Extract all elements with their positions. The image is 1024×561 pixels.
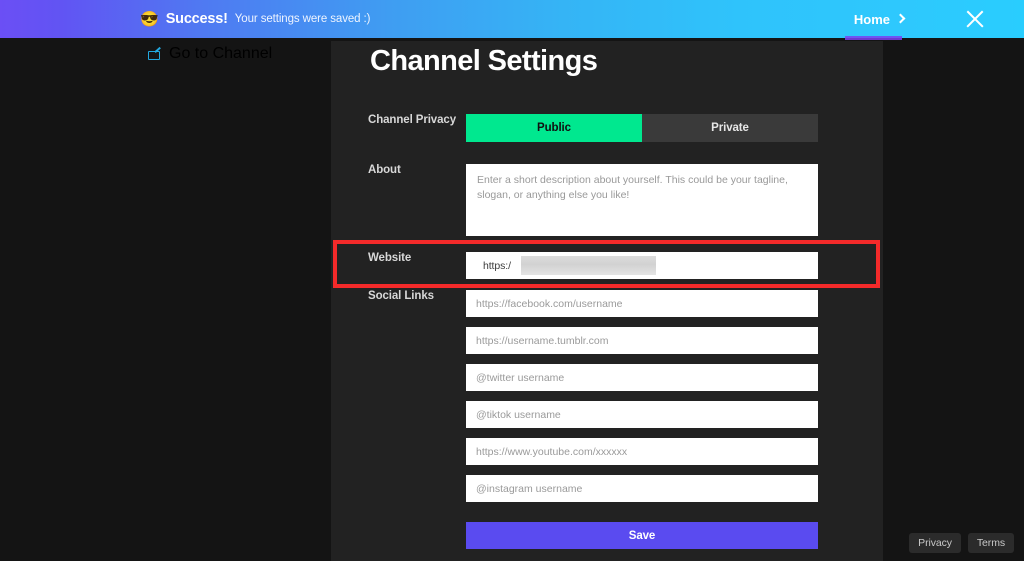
social-input-tiktok[interactable] bbox=[466, 401, 818, 428]
about-field bbox=[466, 164, 883, 241]
row-website: Website https:/ bbox=[331, 252, 883, 279]
success-banner: 😎 Success! Your settings were saved :) H… bbox=[0, 0, 1024, 38]
social-input-tumblr[interactable] bbox=[466, 327, 818, 354]
go-to-channel-link[interactable]: Go to Channel bbox=[148, 45, 272, 63]
privacy-link[interactable]: Privacy bbox=[909, 533, 961, 553]
save-field: Save bbox=[466, 522, 883, 549]
website-value: https:/ bbox=[483, 259, 511, 272]
banner-subtitle: Your settings were saved :) bbox=[234, 13, 371, 25]
row-social-links: Social Links bbox=[331, 290, 883, 317]
row-social-instagram bbox=[331, 475, 883, 502]
about-label: About bbox=[368, 164, 401, 176]
website-input[interactable]: https:/ bbox=[466, 252, 818, 279]
row-social-tiktok bbox=[331, 401, 883, 428]
banner-message-group: 😎 Success! Your settings were saved :) bbox=[140, 11, 370, 27]
row-social-youtube bbox=[331, 438, 883, 465]
nav-active-indicator bbox=[845, 36, 902, 40]
external-link-icon bbox=[148, 49, 161, 60]
privacy-option-private[interactable]: Private bbox=[642, 114, 818, 142]
social-input-youtube[interactable] bbox=[466, 438, 818, 465]
social-links-label: Social Links bbox=[368, 290, 434, 302]
sunglasses-face-emoji-icon: 😎 bbox=[140, 10, 159, 28]
chevron-right-icon bbox=[895, 13, 906, 24]
page-title: Channel Settings bbox=[370, 45, 598, 77]
channel-privacy-label: Channel Privacy bbox=[368, 114, 456, 126]
row-about: About bbox=[331, 164, 883, 241]
banner-home-link[interactable]: Home bbox=[853, 11, 906, 27]
social-tiktok-field bbox=[466, 401, 883, 428]
privacy-toggle-group[interactable]: Public Private bbox=[466, 114, 818, 142]
website-label: Website bbox=[368, 252, 412, 264]
social-tumblr-field bbox=[466, 327, 883, 354]
banner-title: Success! bbox=[165, 11, 228, 27]
row-social-tumblr bbox=[331, 327, 883, 354]
banner-home-label: Home bbox=[853, 11, 890, 27]
privacy-option-public[interactable]: Public bbox=[466, 114, 642, 142]
app-root: Go to Channel Channel Settings Channel P… bbox=[0, 0, 1024, 561]
social-links-field bbox=[466, 290, 883, 317]
terms-link[interactable]: Terms bbox=[967, 533, 1014, 553]
social-input-instagram[interactable] bbox=[466, 475, 818, 502]
row-channel-privacy: Channel Privacy Public Private bbox=[331, 114, 883, 142]
redaction-overlay bbox=[521, 256, 656, 275]
social-youtube-field bbox=[466, 438, 883, 465]
row-save: Save bbox=[331, 522, 883, 549]
save-button[interactable]: Save bbox=[466, 522, 818, 549]
social-instagram-field bbox=[466, 475, 883, 502]
social-input-facebook[interactable] bbox=[466, 290, 818, 317]
row-social-twitter bbox=[331, 364, 883, 391]
social-twitter-field bbox=[466, 364, 883, 391]
close-icon[interactable] bbox=[962, 6, 988, 32]
footer-links: Privacy Terms bbox=[909, 533, 1014, 553]
website-field[interactable]: https:/ bbox=[466, 252, 883, 279]
about-textarea[interactable] bbox=[466, 164, 818, 236]
social-input-twitter[interactable] bbox=[466, 364, 818, 391]
channel-privacy-field: Public Private bbox=[466, 114, 883, 142]
go-to-channel-label: Go to Channel bbox=[169, 45, 273, 62]
